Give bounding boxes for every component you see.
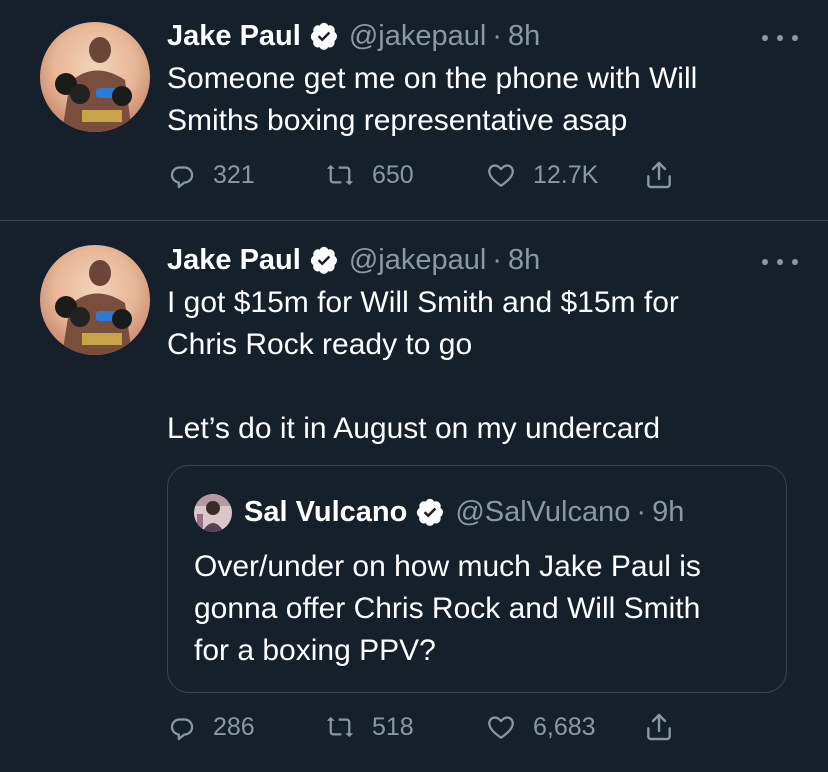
quoted-avatar — [194, 494, 232, 532]
quoted-tweet-header: Sal Vulcano @SalVulcano · 9h — [244, 492, 684, 532]
separator-dot: · — [636, 495, 647, 528]
verified-badge-icon — [309, 245, 339, 275]
retweet-button[interactable]: 650 — [324, 155, 414, 195]
reply-button[interactable]: 321 — [167, 155, 255, 195]
quoted-tweet-text: Over/under on how much Jake Paul is gonn… — [194, 550, 701, 667]
retweet-count: 518 — [372, 712, 414, 741]
author-handle[interactable]: @jakepaul — [349, 20, 486, 53]
separator-dot: · — [492, 19, 502, 52]
tweet-text: I got $15m for Will Smith and $15m for C… — [167, 286, 679, 445]
retweet-button[interactable]: 518 — [324, 707, 414, 747]
quoted-tweet[interactable]: Sal Vulcano @SalVulcano · 9h Over/under … — [167, 465, 787, 693]
share-icon — [647, 713, 671, 741]
retweet-count: 650 — [372, 160, 414, 189]
share-icon — [647, 161, 671, 189]
like-button[interactable]: 12.7K — [485, 155, 598, 195]
reply-icon — [170, 718, 194, 741]
like-count: 12.7K — [533, 160, 599, 189]
avatar[interactable] — [40, 22, 150, 132]
tweet-actions: 286 518 6,683 — [167, 707, 727, 747]
share-button[interactable] — [643, 155, 675, 195]
quoted-author-name: Sal Vulcano — [244, 495, 408, 528]
reply-icon — [170, 166, 194, 189]
like-count: 6,683 — [533, 712, 596, 741]
like-button[interactable]: 6,683 — [485, 707, 596, 747]
more-options-icon[interactable] — [762, 28, 798, 48]
author-name[interactable]: Jake Paul — [167, 20, 301, 53]
avatar[interactable] — [40, 245, 150, 355]
retweet-icon — [326, 716, 354, 738]
reply-button[interactable]: 286 — [167, 707, 255, 747]
reply-count: 286 — [213, 712, 255, 741]
separator-dot: · — [492, 243, 502, 276]
boxer-avatar-icon — [40, 22, 150, 132]
heart-icon — [488, 716, 514, 739]
quoted-author-handle: @SalVulcano — [455, 495, 631, 528]
share-button[interactable] — [643, 707, 675, 747]
heart-icon — [488, 164, 514, 187]
tweet[interactable]: Jake Paul @jakepaul · 8h I got $15m for … — [0, 221, 828, 772]
quoted-timestamp: 9h — [652, 495, 685, 528]
retweet-icon — [326, 164, 354, 186]
tweet-actions: 321 650 12.7K — [167, 155, 727, 195]
verified-badge-icon — [415, 497, 445, 527]
reply-count: 321 — [213, 160, 255, 189]
boxer-avatar-icon — [40, 245, 150, 355]
author-name[interactable]: Jake Paul — [167, 244, 301, 277]
person-avatar-icon — [194, 494, 232, 532]
tweet-header: Jake Paul @jakepaul · 8h — [167, 16, 540, 56]
more-options-icon[interactable] — [762, 252, 798, 272]
tweet-header: Jake Paul @jakepaul · 8h — [167, 240, 540, 280]
timestamp[interactable]: 8h — [508, 244, 540, 277]
timestamp[interactable]: 8h — [508, 20, 540, 53]
author-handle[interactable]: @jakepaul — [349, 244, 486, 277]
tweet[interactable]: Jake Paul @jakepaul · 8h Someone get me … — [0, 0, 828, 220]
verified-badge-icon — [309, 21, 339, 51]
tweet-text: Someone get me on the phone with Will Sm… — [167, 62, 698, 137]
